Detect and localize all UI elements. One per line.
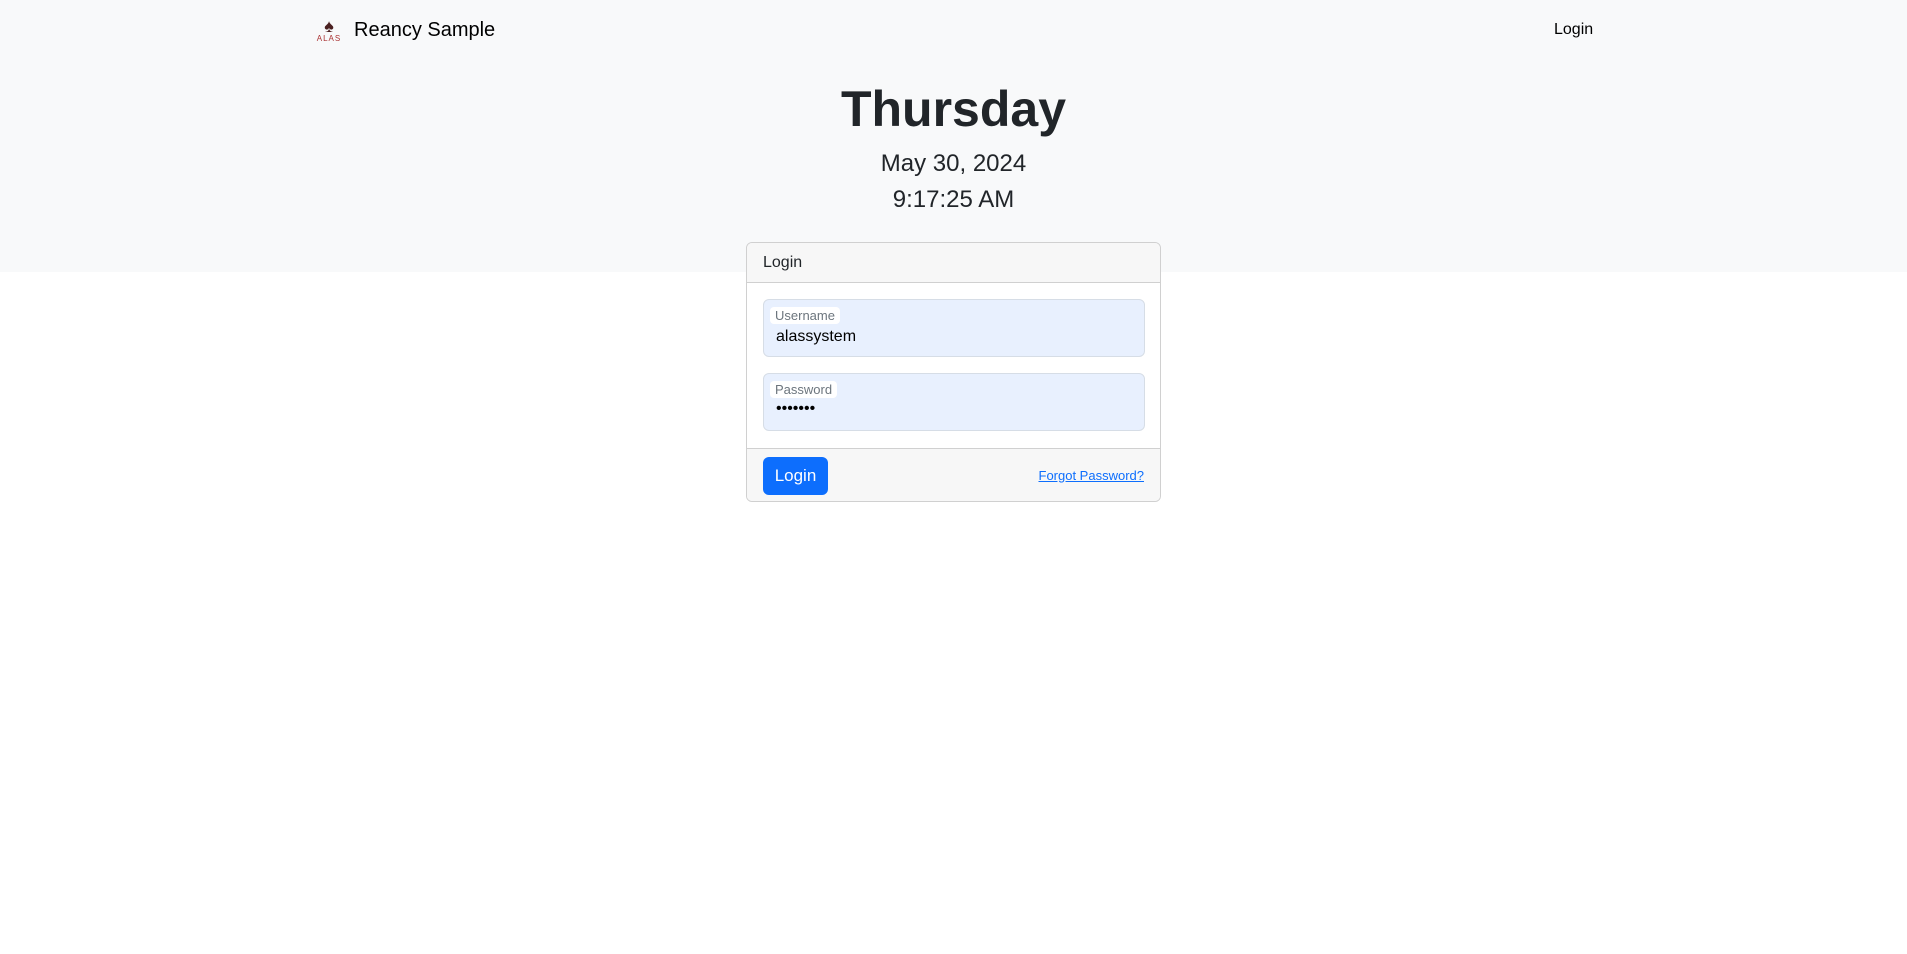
navbar-brand[interactable]: ♠ ALAS Reancy Sample [314,14,495,46]
brand-title[interactable]: Reancy Sample [354,19,495,42]
forgot-password-link[interactable]: Forgot Password? [1039,468,1145,483]
password-field[interactable]: Password ••••••• [763,373,1145,431]
logo-text: ALAS [316,33,342,43]
username-input[interactable]: alassystem [776,328,856,346]
time-text: 9:17:25 AM [892,186,1015,213]
password-input[interactable]: ••••••• [776,400,815,418]
card-title: Login [747,243,1160,283]
login-button[interactable]: Login [763,457,828,495]
login-card: Login Username alassystem Password •••••… [746,242,1161,502]
alas-logo: ♠ ALAS [314,14,344,46]
spade-icon: ♠ [324,15,334,36]
username-label: Username [770,307,840,324]
password-label: Password [770,381,838,398]
hero-banner: ♠ ALAS Reancy Sample Login Thursday May … [0,0,1907,272]
card-footer: Login Forgot Password? [747,448,1160,501]
date-text: May 30, 2024 [880,150,1027,177]
day-heading: Thursday [840,81,1067,137]
nav-login-link[interactable]: Login [1554,21,1593,39]
username-field[interactable]: Username alassystem [763,299,1145,357]
